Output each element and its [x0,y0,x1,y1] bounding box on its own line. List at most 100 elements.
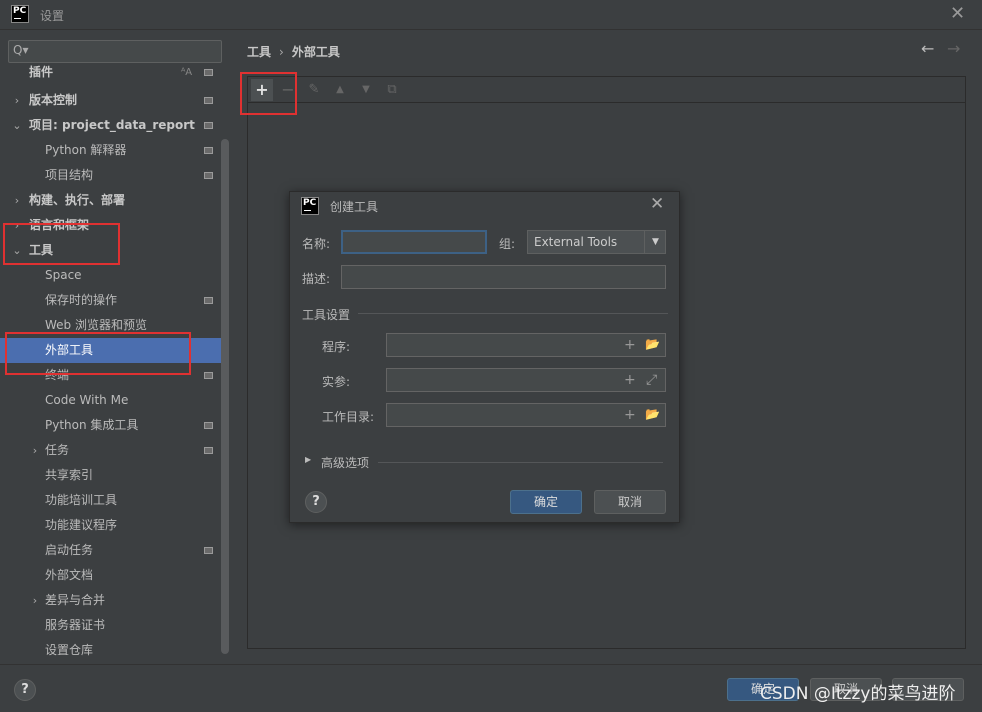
sidebar-item-diff-merge[interactable]: › 差异与合并 [0,588,229,613]
working-directory-label: 工作目录: [322,410,375,424]
window-close-icon[interactable]: ✕ [950,3,965,24]
sidebar-item-space[interactable]: Space [0,263,229,288]
chevron-right-icon[interactable]: › [11,188,23,213]
sidebar-item-external-tools[interactable]: 外部工具 [0,338,229,363]
sidebar-item-external-docs[interactable]: 外部文档 [0,563,229,588]
expand-icon[interactable]: ⤢ [646,372,657,388]
project-scope-icon [204,147,213,154]
sidebar-item-label: 外部工具 [45,343,94,357]
settings-footer: ? 确定 取消 CSDN @Itzzy的菜鸟进阶 [0,664,982,712]
project-scope-icon [204,172,213,179]
description-label: 描述: [302,272,331,286]
chevron-right-icon[interactable]: › [11,213,23,238]
close-icon[interactable]: ✕ [650,194,664,214]
sidebar-item-server-certificates[interactable]: 服务器证书 [0,613,229,638]
cancel-button[interactable]: 取消 [594,490,666,514]
external-tools-toolbar: + − ✎ ▲ ▼ ⧉ [248,77,965,103]
description-input[interactable] [341,265,666,289]
sidebar-item-label: Code With Me [45,393,129,407]
sidebar-item-label: 语言和框架 [29,218,90,232]
chevron-right-icon[interactable]: › [11,88,23,113]
project-scope-icon [204,97,213,104]
add-macro-icon[interactable]: + [624,407,636,423]
sidebar-item-actions-on-save[interactable]: 保存时的操作 [0,288,229,313]
folder-icon[interactable]: 📂 [645,407,660,421]
back-arrow-icon[interactable]: ← [921,39,934,58]
help-button[interactable]: ? [305,491,327,513]
group-select[interactable]: External Tools ▼ [527,230,666,254]
sidebar-item-label: Python 集成工具 [45,418,139,432]
sidebar-item-python-interpreter[interactable]: Python 解释器 [0,138,229,163]
sidebar-item-label: 服务器证书 [45,618,106,632]
remove-tool-button[interactable]: − [277,79,299,101]
sidebar-item-label: 设置仓库 [45,643,94,657]
sidebar-item-web-browsers[interactable]: Web 浏览器和预览 [0,313,229,338]
chevron-down-icon[interactable]: ⌄ [11,238,23,263]
sidebar-item-label: Web 浏览器和预览 [45,318,147,332]
chevron-down-icon[interactable]: ⌄ [11,113,23,138]
sidebar-item-feature-trainer[interactable]: 功能培训工具 [0,488,229,513]
sidebar-item-label: 终端 [45,368,70,382]
name-input[interactable] [341,230,487,254]
add-macro-icon[interactable]: + [624,337,636,353]
sidebar-item-label: 差异与合并 [45,593,106,607]
dropdown-arrow-icon[interactable]: ▼ [644,231,666,253]
sidebar-item-build-execution[interactable]: › 构建、执行、部署 [0,188,229,213]
breadcrumb-separator: › [279,45,284,59]
sidebar-item-plugins[interactable]: 插件 ᴬA [0,60,229,85]
add-macro-icon[interactable]: + [624,372,636,388]
sidebar-item-label: 功能培训工具 [45,493,118,507]
sidebar-item-label: 项目结构 [45,168,94,182]
group-label: 组: [499,237,516,251]
sidebar-item-label: 功能建议程序 [45,518,118,532]
sidebar-item-project[interactable]: ⌄ 项目: project_data_report [0,113,229,138]
advanced-options-toggle[interactable]: ▶ 高级选项 [305,454,385,470]
sidebar-item-languages-frameworks[interactable]: › 语言和框架 [0,213,229,238]
sidebar-item-python-integrated-tools[interactable]: Python 集成工具 [0,413,229,438]
sidebar-item-tasks[interactable]: › 任务 [0,438,229,463]
sidebar-item-tools[interactable]: ⌄ 工具 [0,238,229,263]
sidebar-item-version-control[interactable]: › 版本控制 [0,88,229,113]
sidebar-item-label: 保存时的操作 [45,293,118,307]
move-up-button[interactable]: ▲ [329,79,351,101]
sidebar-item-label: 启动任务 [45,543,94,557]
chevron-right-icon[interactable]: › [29,438,41,463]
sidebar-item-project-structure[interactable]: 项目结构 [0,163,229,188]
arguments-label: 实参: [322,375,351,389]
name-label: 名称: [302,237,331,251]
search-icon: Q▾ [13,43,29,57]
sidebar-item-label: 插件 [29,65,54,79]
forward-arrow-icon[interactable]: → [947,39,960,58]
settings-sidebar: Q▾ 插件 ᴬA › 版本控制 ⌄ 项目: project_data_repor… [0,31,231,664]
add-tool-button[interactable]: + [251,79,273,101]
working-directory-input[interactable]: + 📂 [386,403,666,427]
arguments-input[interactable]: + ⤢ [386,368,666,392]
copy-tool-button[interactable]: ⧉ [381,79,403,101]
program-input[interactable]: + 📂 [386,333,666,357]
ok-button[interactable]: 确定 [510,490,582,514]
project-scope-icon [204,447,213,454]
section-divider [378,462,663,463]
sidebar-scrollbar[interactable] [221,139,229,654]
breadcrumb: 工具 › 外部工具 [247,43,340,60]
sidebar-item-label: 项目: project_data_report [29,118,195,132]
sidebar-item-feature-suggester[interactable]: 功能建议程序 [0,513,229,538]
move-down-button[interactable]: ▼ [355,79,377,101]
folder-icon[interactable]: 📂 [645,337,660,351]
project-scope-icon [204,372,213,379]
sidebar-item-label: Space [45,268,82,282]
sidebar-item-startup-tasks[interactable]: 启动任务 [0,538,229,563]
breadcrumb-parent[interactable]: 工具 [247,45,271,59]
sidebar-item-label: 外部文档 [45,568,94,582]
translate-icon: ᴬA [181,67,193,78]
chevron-right-icon[interactable]: › [29,588,41,613]
sidebar-item-shared-indexes[interactable]: 共享索引 [0,463,229,488]
sidebar-item-code-with-me[interactable]: Code With Me [0,388,229,413]
edit-tool-button[interactable]: ✎ [303,79,325,101]
help-button[interactable]: ? [14,679,36,701]
advanced-options-label: 高级选项 [321,456,370,470]
window-titlebar: PC 设置 ✕ [0,0,982,30]
sidebar-item-label: 共享索引 [45,468,94,482]
sidebar-item-settings-repository[interactable]: 设置仓库 [0,638,229,663]
sidebar-item-terminal[interactable]: 终端 [0,363,229,388]
